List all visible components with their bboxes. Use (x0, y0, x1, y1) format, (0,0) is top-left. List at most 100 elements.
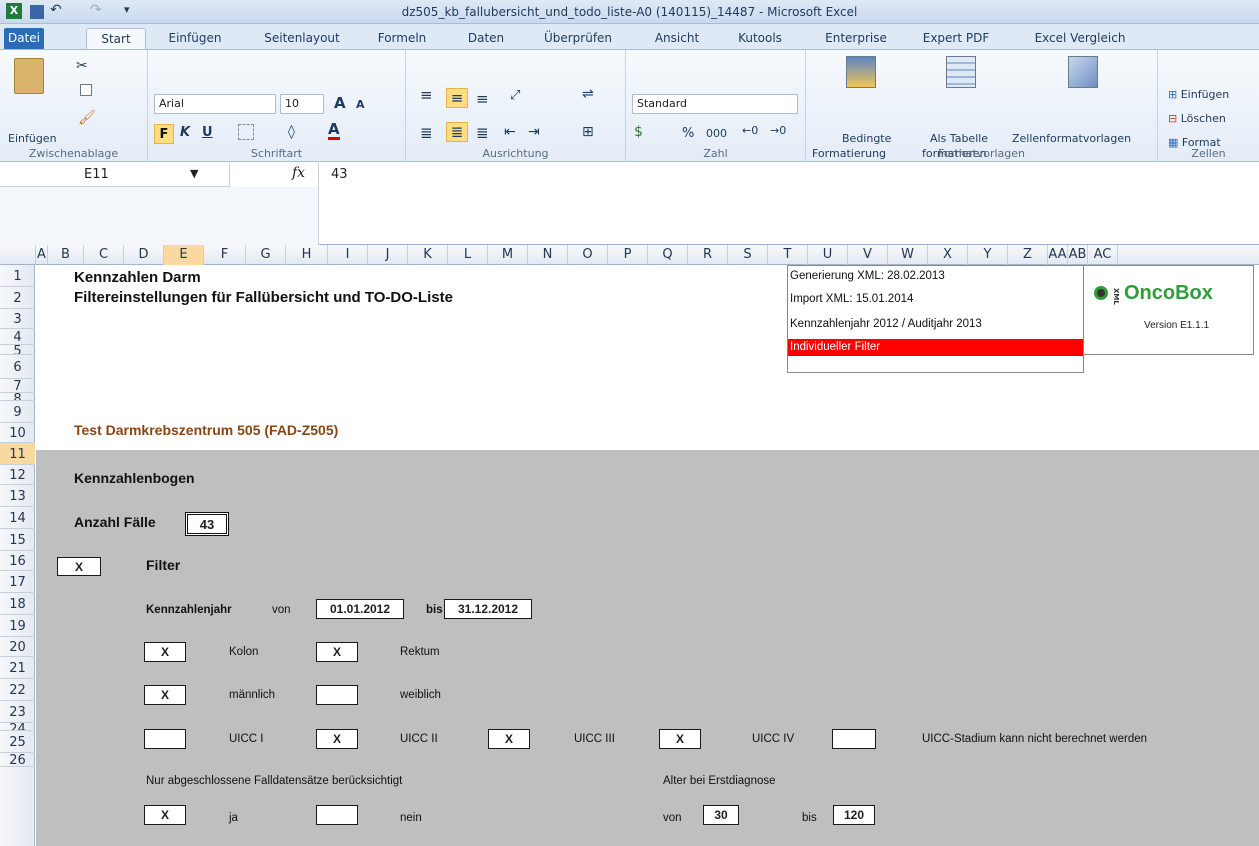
format-painter-icon[interactable]: 🖌 (78, 110, 96, 126)
kolon-checkbox[interactable]: X (144, 642, 186, 662)
conditional-formatting-icon[interactable] (846, 56, 876, 88)
row-header-2[interactable]: 2 (0, 287, 35, 309)
tab-kutools[interactable]: Kutools (730, 28, 790, 49)
female-checkbox[interactable] (316, 685, 358, 705)
row-header-19[interactable]: 19 (0, 615, 35, 637)
align-right-icon[interactable]: ≣ (476, 124, 489, 142)
column-header-l[interactable]: L (448, 245, 488, 265)
column-header-r[interactable]: R (688, 245, 728, 265)
date-to-input[interactable]: 31.12.2012 (444, 599, 532, 619)
column-header-y[interactable]: Y (968, 245, 1008, 265)
shrink-font-icon[interactable]: A (356, 98, 365, 111)
date-from-input[interactable]: 01.01.2012 (316, 599, 404, 619)
column-header-z[interactable]: Z (1008, 245, 1048, 265)
row-header-13[interactable]: 13 (0, 485, 35, 507)
row-header-12[interactable]: 12 (0, 465, 35, 485)
fx-icon[interactable]: fx (292, 165, 305, 181)
row-header-22[interactable]: 22 (0, 679, 35, 701)
column-header-j[interactable]: J (368, 245, 408, 265)
tab-einfuegen[interactable]: Einfügen (160, 28, 230, 49)
row-header-16[interactable]: 16 (0, 551, 35, 571)
format-as-table-label[interactable]: Als Tabelle (930, 132, 988, 145)
column-header-k[interactable]: K (408, 245, 448, 265)
column-header-e[interactable]: E (164, 245, 204, 265)
tab-start[interactable]: Start (86, 28, 146, 49)
font-name-select[interactable]: Arial (154, 94, 276, 114)
conditional-formatting-label[interactable]: Bedingte (842, 132, 891, 145)
currency-icon[interactable]: $ (634, 124, 643, 140)
column-header-f[interactable]: F (204, 245, 246, 265)
age-to-input[interactable]: 120 (833, 805, 875, 825)
tab-excel-vergleich[interactable]: Excel Vergleich (1024, 28, 1136, 49)
decrease-decimal-icon[interactable]: →0 (770, 124, 786, 137)
increase-indent-icon[interactable]: ⇥ (528, 124, 540, 140)
orientation-icon[interactable]: ⤢ (510, 88, 520, 103)
row-header-11[interactable]: 11 (0, 443, 35, 465)
align-bottom-icon[interactable]: ≡ (476, 90, 489, 108)
select-all-corner[interactable] (0, 245, 36, 265)
cut-icon[interactable]: ✂ (76, 58, 88, 74)
row-header-6[interactable]: 6 (0, 355, 35, 379)
cell-styles-label[interactable]: Zellenformatvorlagen (1012, 132, 1131, 145)
decrease-indent-icon[interactable]: ⇤ (504, 124, 516, 140)
align-center-icon[interactable]: ≣ (446, 122, 468, 142)
column-header-m[interactable]: M (488, 245, 528, 265)
row-header-1[interactable]: 1 (0, 265, 35, 287)
align-left-icon[interactable]: ≣ (420, 124, 433, 142)
row-header-17[interactable]: 17 (0, 571, 35, 593)
case-count-value[interactable]: 43 (185, 512, 229, 536)
tab-formeln[interactable]: Formeln (370, 28, 434, 49)
percent-button[interactable]: % (682, 126, 694, 141)
row-header-15[interactable]: 15 (0, 529, 35, 551)
rektum-checkbox[interactable]: X (316, 642, 358, 662)
row-header-7[interactable]: 7 (0, 379, 35, 393)
column-header-b[interactable]: B (48, 245, 84, 265)
wrap-text-icon[interactable]: ⇌ (582, 86, 594, 102)
column-header-a[interactable]: A (36, 245, 48, 265)
tab-seitenlayout[interactable]: Seitenlayout (255, 28, 349, 49)
copy-icon[interactable] (80, 84, 92, 96)
male-checkbox[interactable]: X (144, 685, 186, 705)
row-header-25[interactable]: 25 (0, 731, 35, 753)
format-as-table-icon[interactable] (946, 56, 976, 88)
name-box-dropdown-icon[interactable]: ▼ (190, 167, 198, 180)
tab-ansicht[interactable]: Ansicht (648, 28, 706, 49)
column-header-p[interactable]: P (608, 245, 648, 265)
worksheet[interactable]: Kennzahlen Darm Filtereinstellungen für … (36, 265, 1259, 846)
paste-label[interactable]: Einfügen (8, 132, 57, 145)
row-header-8[interactable]: 8 (0, 393, 35, 401)
insert-cells-button[interactable]: ⊞ Einfügen (1168, 88, 1229, 101)
delete-cells-button[interactable]: ⊟ Löschen (1168, 112, 1226, 125)
row-header-21[interactable]: 21 (0, 657, 35, 679)
borders-icon[interactable] (238, 124, 254, 140)
formula-input[interactable]: 43 (318, 163, 1259, 245)
column-header-t[interactable]: T (768, 245, 808, 265)
align-top-icon[interactable]: ≡ (420, 86, 433, 104)
no-checkbox[interactable] (316, 805, 358, 825)
column-header-w[interactable]: W (888, 245, 928, 265)
tab-enterprise[interactable]: Enterprise (814, 28, 898, 49)
row-header-18[interactable]: 18 (0, 593, 35, 615)
uicc3-checkbox[interactable]: X (488, 729, 530, 749)
align-middle-icon[interactable]: ≡ (446, 88, 468, 108)
font-size-select[interactable]: 10 (280, 94, 324, 114)
column-header-i[interactable]: I (328, 245, 368, 265)
fill-color-icon[interactable]: ◊ (288, 124, 295, 140)
column-header-d[interactable]: D (124, 245, 164, 265)
column-header-aa[interactable]: AA (1048, 245, 1068, 265)
uicc2-checkbox[interactable]: X (316, 729, 358, 749)
column-header-g[interactable]: G (246, 245, 286, 265)
thousands-button[interactable]: 000 (706, 127, 727, 140)
uicc-unknown-checkbox[interactable] (832, 729, 876, 749)
row-header-9[interactable]: 9 (0, 401, 35, 423)
tab-datei[interactable]: Datei (4, 28, 44, 49)
row-header-24[interactable]: 24 (0, 723, 35, 731)
row-header-5[interactable]: 5 (0, 345, 35, 355)
column-header-x[interactable]: X (928, 245, 968, 265)
increase-decimal-icon[interactable]: ←0 (742, 124, 758, 137)
row-header-23[interactable]: 23 (0, 701, 35, 723)
column-header-q[interactable]: Q (648, 245, 688, 265)
grow-font-icon[interactable]: A (334, 94, 346, 112)
name-box[interactable]: E11 ▼ (0, 163, 230, 187)
column-header-h[interactable]: H (286, 245, 328, 265)
